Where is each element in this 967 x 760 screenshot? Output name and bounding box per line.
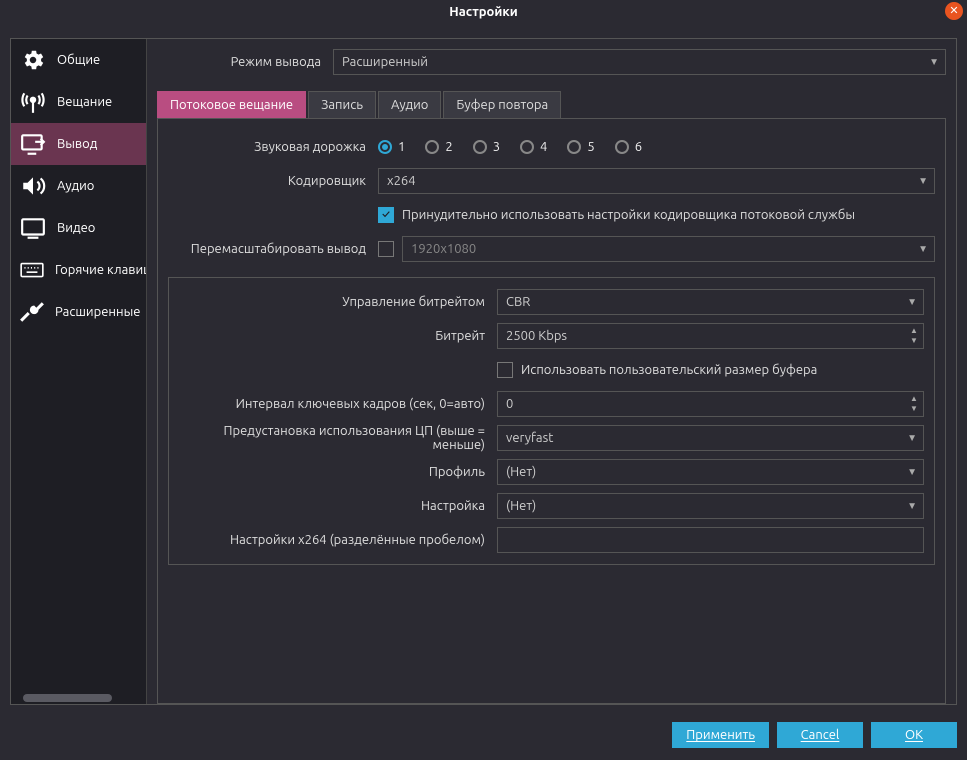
sidebar-scrollbar[interactable] bbox=[11, 692, 146, 704]
rescale-checkbox[interactable] bbox=[378, 241, 394, 257]
profile-select[interactable]: (Нет) ▼ bbox=[497, 459, 924, 485]
cancel-button[interactable]: Cancel bbox=[777, 722, 863, 748]
radio-track-6[interactable] bbox=[615, 140, 629, 154]
chevron-down-icon: ▼ bbox=[918, 175, 928, 187]
profile-row: Профиль (Нет) ▼ bbox=[179, 458, 924, 486]
tune-select[interactable]: (Нет) ▼ bbox=[497, 493, 924, 519]
apply-button[interactable]: Применить bbox=[672, 722, 769, 748]
enforce-row: Принудительно использовать настройки код… bbox=[157, 201, 935, 229]
keyboard-icon bbox=[19, 256, 45, 284]
radio-track-3[interactable] bbox=[473, 140, 487, 154]
sidebar-item-label: Вывод bbox=[57, 137, 97, 151]
audio-track-radios: 1 2 3 4 5 6 bbox=[378, 140, 935, 154]
chevron-down-icon: ▼ bbox=[907, 432, 917, 444]
chevron-down-icon: ▼ bbox=[929, 56, 939, 68]
gear-icon bbox=[19, 46, 47, 74]
cpu-preset-select[interactable]: veryfast ▼ bbox=[497, 425, 924, 451]
spinner-buttons[interactable]: ▲▼ bbox=[907, 326, 921, 346]
x264opts-label: Настройки x264 (разделённые пробелом) bbox=[179, 533, 489, 547]
cpu-preset-row: Предустановка использования ЦП (выше = м… bbox=[179, 424, 924, 452]
output-mode-label: Режим вывода bbox=[157, 55, 327, 69]
tab-recording[interactable]: Запись bbox=[308, 91, 376, 118]
audio-track-row: Звуковая дорожка 1 2 3 4 5 6 bbox=[157, 133, 935, 161]
streaming-panel: Звуковая дорожка 1 2 3 4 5 6 Кодировщик … bbox=[157, 118, 946, 704]
rescale-label: Перемасштабировать вывод bbox=[157, 242, 370, 256]
keyint-label: Интервал ключевых кадров (сек, 0=авто) bbox=[179, 397, 489, 411]
settings-frame: Общие Вещание Вывод Аудио bbox=[10, 38, 957, 705]
chevron-down-icon: ▼ bbox=[907, 296, 917, 308]
sidebar-item-video[interactable]: Видео bbox=[11, 207, 146, 249]
chevron-down-icon: ▼ bbox=[907, 500, 917, 512]
sidebar-item-stream[interactable]: Вещание bbox=[11, 81, 146, 123]
keyint-row: Интервал ключевых кадров (сек, 0=авто) 0… bbox=[179, 390, 924, 418]
enforce-label: Принудительно использовать настройки код… bbox=[402, 208, 855, 222]
tab-streaming[interactable]: Потоковое вещание bbox=[157, 91, 306, 118]
dialog-footer: Применить Cancel OK bbox=[672, 722, 957, 748]
bitrate-input[interactable]: 2500 Kbps ▲▼ bbox=[497, 323, 924, 349]
broadcast-icon bbox=[19, 88, 47, 116]
output-icon bbox=[19, 130, 47, 158]
close-button[interactable]: ✕ bbox=[945, 2, 963, 20]
output-mode-select[interactable]: Расширенный ▼ bbox=[333, 49, 946, 75]
main-panel: Режим вывода Расширенный ▼ Потоковое вещ… bbox=[147, 39, 956, 704]
sidebar-item-advanced[interactable]: Расширенные bbox=[11, 291, 146, 333]
sidebar: Общие Вещание Вывод Аудио bbox=[11, 39, 147, 704]
bitrate-row: Битрейт 2500 Kbps ▲▼ bbox=[179, 322, 924, 350]
rate-control-select[interactable]: CBR ▼ bbox=[497, 289, 924, 315]
radio-track-2[interactable] bbox=[425, 140, 439, 154]
scrollbar-thumb[interactable] bbox=[23, 694, 112, 702]
audio-icon bbox=[19, 172, 47, 200]
sidebar-item-label: Горячие клавиши bbox=[55, 263, 146, 277]
sidebar-item-hotkeys[interactable]: Горячие клавиши bbox=[11, 249, 146, 291]
sidebar-item-label: Видео bbox=[57, 221, 95, 235]
tune-label: Настройка bbox=[179, 499, 489, 513]
tabs: Потоковое вещание Запись Аудио Буфер пов… bbox=[157, 91, 946, 118]
audio-track-label: Звуковая дорожка bbox=[157, 140, 370, 154]
radio-track-1[interactable] bbox=[378, 140, 392, 154]
output-mode-value: Расширенный bbox=[342, 55, 428, 69]
profile-label: Профиль bbox=[179, 465, 489, 479]
sidebar-item-output[interactable]: Вывод bbox=[11, 123, 146, 165]
tab-audio[interactable]: Аудио bbox=[378, 91, 441, 118]
enforce-checkbox[interactable] bbox=[378, 207, 394, 223]
titlebar: Настройки ✕ bbox=[0, 0, 967, 24]
x264opts-row: Настройки x264 (разделённые пробелом) bbox=[179, 526, 924, 554]
sidebar-item-label: Общие bbox=[57, 53, 100, 67]
rate-control-label: Управление битрейтом bbox=[179, 295, 489, 309]
radio-track-4[interactable] bbox=[520, 140, 534, 154]
sidebar-item-label: Вещание bbox=[57, 95, 112, 109]
video-icon bbox=[19, 214, 47, 242]
encoder-settings-group: Управление битрейтом CBR ▼ Битрейт 2500 … bbox=[168, 277, 935, 565]
custom-buffer-checkbox[interactable] bbox=[497, 362, 513, 378]
x264opts-input[interactable] bbox=[497, 527, 924, 553]
encoder-row: Кодировщик x264 ▼ bbox=[157, 167, 935, 195]
sidebar-item-audio[interactable]: Аудио bbox=[11, 165, 146, 207]
tab-replay-buffer[interactable]: Буфер повтора bbox=[443, 91, 561, 118]
cpu-preset-label: Предустановка использования ЦП (выше = м… bbox=[179, 424, 489, 452]
sidebar-list: Общие Вещание Вывод Аудио bbox=[11, 39, 146, 692]
chevron-down-icon: ▼ bbox=[907, 466, 917, 478]
rescale-row: Перемасштабировать вывод 1920x1080 ▼ bbox=[157, 235, 935, 263]
ok-button[interactable]: OK bbox=[871, 722, 957, 748]
spinner-buttons[interactable]: ▲▼ bbox=[907, 394, 921, 414]
window-title: Настройки bbox=[449, 5, 517, 19]
rescale-select[interactable]: 1920x1080 ▼ bbox=[402, 236, 935, 262]
custom-buffer-label: Использовать пользовательский размер буф… bbox=[521, 363, 817, 377]
output-mode-row: Режим вывода Расширенный ▼ bbox=[157, 49, 946, 75]
encoder-select[interactable]: x264 ▼ bbox=[378, 168, 935, 194]
tune-row: Настройка (Нет) ▼ bbox=[179, 492, 924, 520]
chevron-down-icon: ▼ bbox=[918, 243, 928, 255]
keyint-input[interactable]: 0 ▲▼ bbox=[497, 391, 924, 417]
sidebar-item-label: Расширенные bbox=[55, 305, 140, 319]
encoder-label: Кодировщик bbox=[157, 174, 370, 188]
bitrate-label: Битрейт bbox=[179, 329, 489, 343]
tools-icon bbox=[19, 298, 45, 326]
radio-track-5[interactable] bbox=[567, 140, 581, 154]
rate-control-row: Управление битрейтом CBR ▼ bbox=[179, 288, 924, 316]
sidebar-item-label: Аудио bbox=[57, 179, 94, 193]
sidebar-item-general[interactable]: Общие bbox=[11, 39, 146, 81]
custom-buffer-row: Использовать пользовательский размер буф… bbox=[179, 356, 924, 384]
